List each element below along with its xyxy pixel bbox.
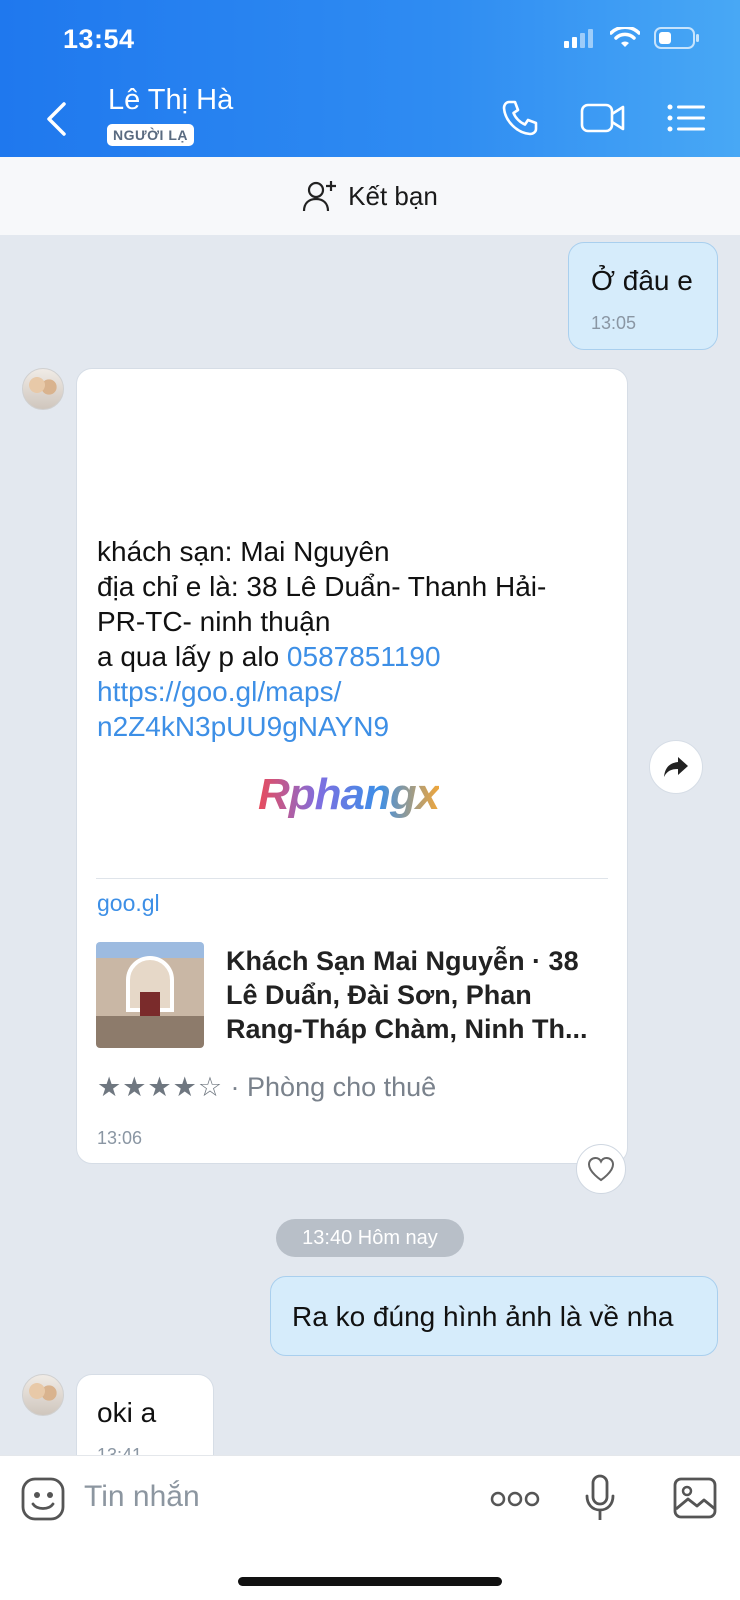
stranger-badge: NGƯỜI LẠ — [107, 124, 194, 146]
message-input[interactable]: Tin nhắn — [84, 1480, 200, 1514]
message-text: Ra ko đúng hình ảnh là về nha — [292, 1301, 674, 1332]
phone-icon — [502, 100, 538, 136]
forward-arrow-icon — [664, 757, 688, 777]
time-divider: 13:40 Hôm nay — [276, 1219, 464, 1257]
message-text: Ở đâu e — [591, 265, 693, 296]
avatar[interactable] — [22, 1374, 64, 1416]
forward-button[interactable] — [649, 740, 703, 794]
message-bubble-outgoing[interactable]: Ở đâu e 13:05 — [568, 242, 718, 350]
chevron-left-icon — [47, 102, 66, 136]
preview-divider — [96, 878, 608, 879]
message-bubble-outgoing[interactable]: Ra ko đúng hình ảnh là về nha — [270, 1276, 718, 1356]
wifi-icon — [610, 27, 640, 47]
message-text: a qua lấy p alo — [97, 641, 287, 672]
preview-thumbnail[interactable] — [96, 942, 204, 1048]
message-text: oki a — [97, 1397, 157, 1428]
signal-icon — [564, 29, 593, 48]
message-time: 13:06 — [97, 1128, 143, 1148]
watermark-logo: Rphangx — [258, 770, 440, 819]
thumb-door — [140, 992, 160, 1016]
message-line: khách sạn: Mai Nguyên — [97, 536, 390, 567]
more-dots-icon — [490, 1491, 540, 1507]
home-indicator — [238, 1577, 502, 1586]
contact-name[interactable]: Lê Thị Hà — [108, 84, 233, 117]
menu-button[interactable] — [664, 98, 708, 138]
map-link[interactable]: https://goo.gl/maps/ — [97, 674, 341, 709]
sticker-button[interactable] — [20, 1476, 66, 1522]
list-menu-icon — [667, 104, 705, 132]
message-line: PR-TC- ninh thuận — [97, 606, 331, 637]
react-heart-button[interactable] — [576, 1144, 626, 1194]
gallery-button[interactable] — [672, 1476, 718, 1520]
status-time: 13:54 — [63, 24, 135, 54]
preview-domain[interactable]: goo.gl — [97, 890, 160, 917]
message-line: địa chỉ e là: 38 Lê Duẩn- Thanh Hải- — [97, 571, 547, 602]
preview-title-line: Khách Sạn Mai Nguyễn · 38 — [226, 946, 579, 976]
voice-record-button[interactable] — [584, 1474, 616, 1524]
microphone-icon — [585, 1474, 615, 1520]
preview-title[interactable]: Khách Sạn Mai Nguyễn · 38 Lê Duẩn, Đài S… — [226, 944, 587, 1046]
message-line: a qua lấy p alo 0587851190 — [97, 639, 441, 674]
preview-category: · Phòng cho thuê — [223, 1072, 437, 1102]
map-link[interactable]: n2Z4kN3pUU9gNAYN9 — [97, 709, 389, 744]
battery-icon — [654, 27, 699, 49]
message-time: 13:05 — [591, 313, 637, 333]
preview-title-line: Rang-Tháp Chàm, Ninh Th... — [226, 1014, 588, 1044]
preview-title-line: Lê Duẩn, Đài Sơn, Phan — [226, 980, 532, 1010]
preview-meta: ★★★★☆ · Phòng cho thuê — [97, 1072, 436, 1103]
status-icons — [564, 26, 700, 50]
sticker-face-icon — [21, 1477, 65, 1521]
heart-icon — [587, 1156, 615, 1182]
video-call-button[interactable] — [578, 98, 628, 138]
phone-link[interactable]: 0587851190 — [287, 641, 441, 672]
chat-header: 13:54 Lê Thị Hà NGƯỜI LẠ — [0, 0, 740, 157]
image-icon — [673, 1477, 717, 1519]
add-friend-label: Kết bạn — [348, 180, 438, 211]
back-button[interactable] — [36, 96, 76, 142]
avatar[interactable] — [22, 368, 64, 410]
more-options-button[interactable] — [490, 1486, 540, 1512]
add-friend-button[interactable]: Kết bạn — [0, 157, 740, 235]
video-camera-icon — [580, 103, 625, 133]
rating-stars: ★★★★☆ — [97, 1072, 224, 1102]
add-person-icon — [303, 181, 337, 212]
voice-call-button[interactable] — [498, 98, 542, 138]
